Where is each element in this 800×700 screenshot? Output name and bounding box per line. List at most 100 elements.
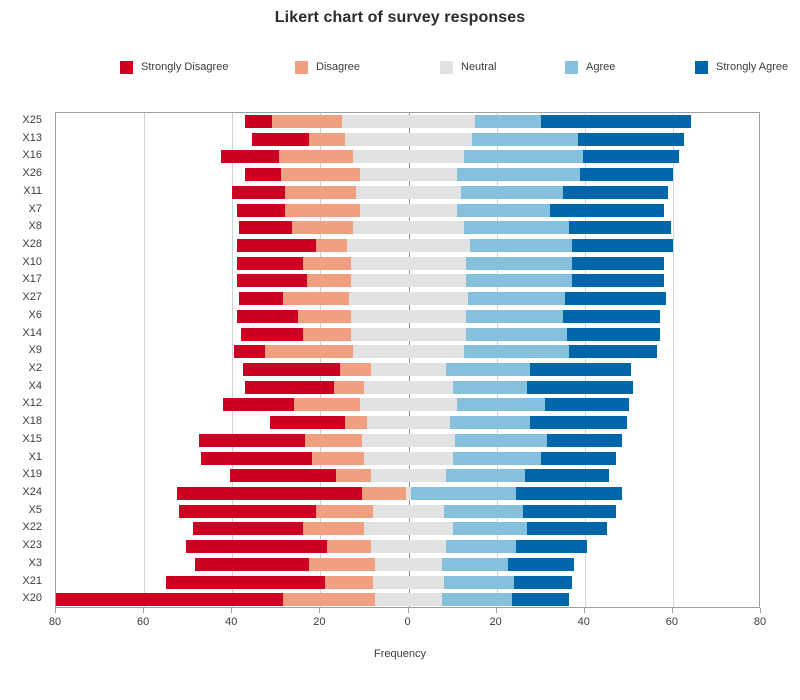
bar-segment-disagree[interactable] [302, 256, 352, 270]
bar-segment-neutral[interactable] [408, 540, 446, 554]
bar-segment-neutral[interactable] [351, 309, 409, 323]
bar-segment-strongly-agree[interactable] [562, 309, 660, 323]
bar-segment-disagree[interactable] [340, 363, 372, 376]
bar-segment-disagree[interactable] [302, 327, 352, 341]
bar-segment-strongly-disagree[interactable] [194, 557, 310, 571]
bar-segment-agree[interactable] [463, 221, 570, 235]
bar-segment-neutral[interactable] [346, 239, 409, 252]
bar-segment-neutral[interactable] [408, 380, 453, 394]
bar-segment-agree[interactable] [445, 469, 526, 483]
legend-item-strongly-disagree[interactable]: Strongly Disagree [120, 56, 228, 78]
bar-segment-neutral[interactable] [360, 203, 409, 217]
bar-segment-strongly-disagree[interactable] [234, 345, 266, 359]
bar-segment-agree[interactable] [456, 398, 546, 412]
bar-segment-disagree[interactable] [309, 557, 376, 571]
bar-segment-neutral[interactable] [364, 522, 409, 536]
bar-segment-strongly-disagree[interactable] [243, 363, 341, 376]
bar-segment-disagree[interactable] [324, 575, 374, 589]
bar-row[interactable] [56, 416, 759, 430]
bar-segment-strongly-disagree[interactable] [166, 575, 325, 589]
bar-segment-neutral[interactable] [408, 221, 464, 235]
bar-segment-strongly-agree[interactable] [507, 557, 574, 571]
bar-segment-disagree[interactable] [307, 274, 352, 288]
bar-segment-strongly-disagree[interactable] [236, 203, 286, 217]
bar-segment-strongly-agree[interactable] [514, 575, 572, 589]
bar-segment-agree[interactable] [467, 292, 565, 306]
bar-segment-disagree[interactable] [315, 504, 374, 518]
bar-segment-strongly-disagree[interactable] [252, 132, 310, 146]
bar-row[interactable] [56, 540, 759, 554]
bar-segment-agree[interactable] [445, 363, 530, 376]
bar-row[interactable] [56, 593, 759, 607]
bar-segment-neutral[interactable] [408, 557, 442, 571]
bar-segment-strongly-agree[interactable] [527, 380, 634, 394]
bar-row[interactable] [56, 433, 759, 447]
bar-segment-agree[interactable] [474, 115, 541, 128]
bar-segment-strongly-agree[interactable] [525, 469, 609, 483]
bar-segment-agree[interactable] [465, 256, 572, 270]
bar-segment-strongly-disagree[interactable] [238, 221, 292, 235]
bar-segment-neutral[interactable] [408, 203, 457, 217]
bar-row[interactable] [56, 150, 759, 164]
bar-segment-agree[interactable] [443, 575, 515, 589]
bar-segment-agree[interactable] [445, 540, 517, 554]
bar-segment-disagree[interactable] [280, 168, 361, 182]
bar-row[interactable] [56, 309, 759, 323]
bar-segment-strongly-disagree[interactable] [245, 380, 334, 394]
bar-row[interactable] [56, 327, 759, 341]
bar-segment-strongly-disagree[interactable] [223, 398, 294, 412]
bar-segment-neutral[interactable] [360, 398, 409, 412]
bar-segment-strongly-agree[interactable] [545, 398, 629, 412]
bar-row[interactable] [56, 451, 759, 465]
bar-segment-neutral[interactable] [408, 469, 446, 483]
bar-row[interactable] [56, 168, 759, 182]
bar-segment-agree[interactable] [470, 239, 572, 252]
bar-segment-strongly-disagree[interactable] [179, 504, 316, 518]
bar-segment-disagree[interactable] [309, 132, 345, 146]
bar-segment-neutral[interactable] [408, 504, 444, 518]
bar-segment-strongly-agree[interactable] [562, 185, 669, 199]
bar-segment-strongly-disagree[interactable] [230, 469, 336, 483]
bar-segment-agree[interactable] [465, 274, 572, 288]
bar-segment-strongly-agree[interactable] [564, 292, 667, 306]
bar-segment-agree[interactable] [456, 203, 550, 217]
bar-segment-neutral[interactable] [408, 115, 475, 128]
bar-segment-disagree[interactable] [285, 185, 356, 199]
bar-segment-agree[interactable] [454, 433, 548, 447]
bar-segment-neutral[interactable] [408, 363, 446, 376]
bar-segment-strongly-disagree[interactable] [236, 256, 303, 270]
bar-segment-agree[interactable] [452, 522, 528, 536]
bar-segment-strongly-disagree[interactable] [201, 451, 312, 465]
bar-segment-neutral[interactable] [408, 185, 462, 199]
bar-segment-strongly-disagree[interactable] [56, 593, 283, 607]
bar-segment-neutral[interactable] [408, 256, 466, 270]
bar-row[interactable] [56, 487, 759, 500]
bar-segment-agree[interactable] [441, 557, 508, 571]
bar-segment-strongly-disagree[interactable] [236, 274, 308, 288]
bar-segment-neutral[interactable] [408, 575, 444, 589]
bar-segment-neutral[interactable] [364, 380, 409, 394]
bar-segment-strongly-agree[interactable] [529, 363, 632, 376]
bar-segment-agree[interactable] [443, 504, 524, 518]
bar-segment-neutral[interactable] [408, 433, 455, 447]
bar-segment-neutral[interactable] [355, 185, 409, 199]
bar-segment-neutral[interactable] [364, 451, 409, 465]
bar-row[interactable] [56, 203, 759, 217]
bar-segment-agree[interactable] [465, 327, 568, 341]
bar-segment-strongly-agree[interactable] [571, 239, 673, 252]
bar-segment-disagree[interactable] [291, 221, 354, 235]
bar-segment-neutral[interactable] [408, 416, 451, 430]
bar-segment-neutral[interactable] [362, 433, 409, 447]
bar-segment-agree[interactable] [450, 416, 530, 430]
bar-segment-strongly-agree[interactable] [569, 221, 671, 235]
legend-item-disagree[interactable]: Disagree [295, 56, 360, 78]
bar-segment-disagree[interactable] [293, 398, 361, 412]
bar-row[interactable] [56, 345, 759, 359]
bar-segment-strongly-agree[interactable] [578, 132, 684, 146]
bar-row[interactable] [56, 292, 759, 306]
bar-segment-neutral[interactable] [408, 150, 464, 164]
bar-row[interactable] [56, 256, 759, 270]
bar-segment-agree[interactable] [456, 168, 581, 182]
bar-segment-strongly-agree[interactable] [571, 256, 665, 270]
bar-segment-strongly-disagree[interactable] [245, 115, 272, 128]
